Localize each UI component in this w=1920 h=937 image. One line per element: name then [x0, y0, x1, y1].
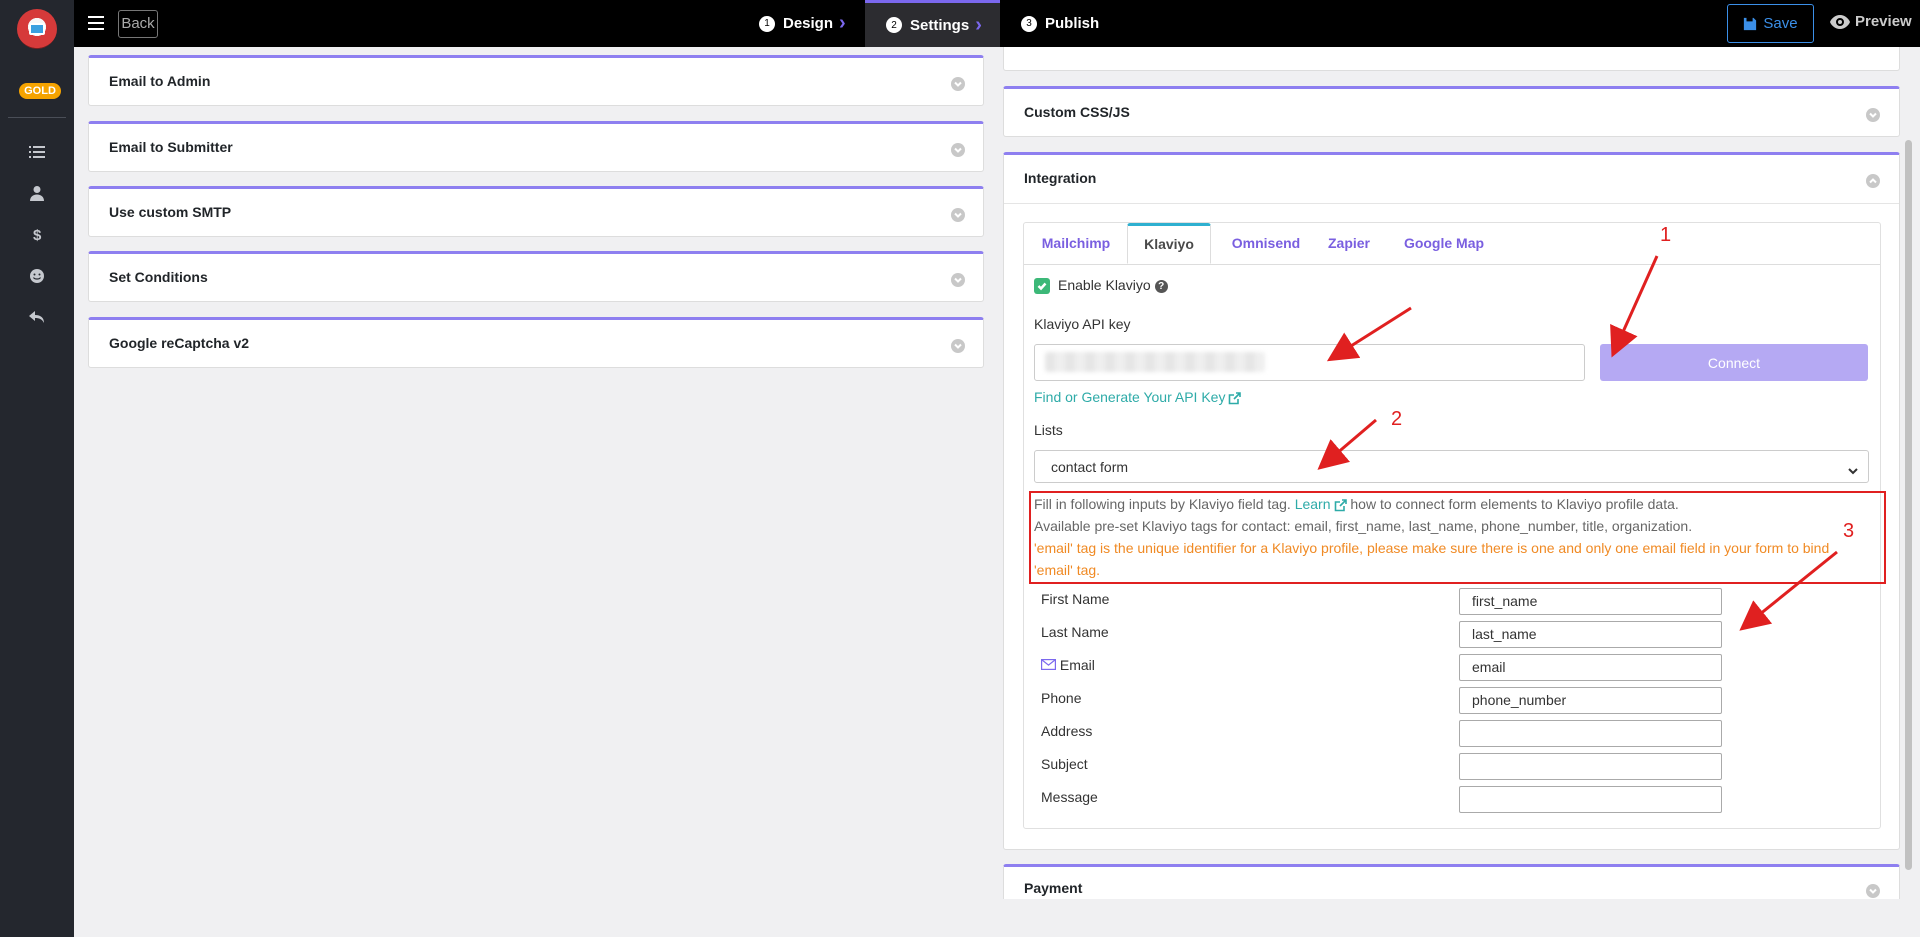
chevron-up-icon[interactable]: [1866, 174, 1880, 188]
panel-custom-css[interactable]: Custom CSS/JS: [1003, 86, 1900, 137]
chevron-down-icon[interactable]: [1866, 108, 1880, 122]
dollar-icon[interactable]: $: [27, 224, 47, 244]
page-bottom: [74, 899, 1920, 937]
panel-set-conditions[interactable]: Set Conditions: [88, 251, 984, 302]
step-settings[interactable]: 2 Settings ›: [865, 0, 1000, 47]
chevron-down-icon: [1848, 463, 1858, 475]
external-link-icon: [1228, 391, 1242, 405]
step-publish[interactable]: 3 Publish: [1021, 0, 1099, 47]
field-label-message: Message: [1041, 789, 1098, 805]
tab-omnisend[interactable]: Omnisend: [1216, 223, 1316, 264]
panel-email-to-admin[interactable]: Email to Admin: [88, 55, 984, 106]
menu-icon[interactable]: [88, 16, 104, 30]
preview-button[interactable]: Preview: [1830, 13, 1912, 30]
find-api-key-link[interactable]: Find or Generate Your API Key: [1034, 389, 1242, 405]
chevron-down-icon[interactable]: [1866, 884, 1880, 898]
annotation-number-3: 3: [1843, 520, 1855, 542]
tab-zapier[interactable]: Zapier: [1319, 223, 1379, 264]
user-icon[interactable]: [27, 183, 47, 203]
top-bar: Back 1 Design › 2 Settings › 3 Publish S…: [74, 0, 1920, 47]
tab-google-map[interactable]: Google Map: [1394, 223, 1494, 264]
field-label-last-name: Last Name: [1041, 624, 1109, 640]
field-input-message[interactable]: [1459, 786, 1722, 813]
panel-email-to-submitter[interactable]: Email to Submitter: [88, 121, 984, 172]
field-label-subject: Subject: [1041, 756, 1088, 772]
step-design[interactable]: 1 Design ›: [759, 0, 846, 47]
field-input-phone[interactable]: phone_number: [1459, 687, 1722, 714]
sidebar: GOLD $: [0, 0, 74, 937]
annotation-number-1: 1: [1660, 224, 1672, 246]
panel-recaptcha[interactable]: Google reCaptcha v2: [88, 317, 984, 368]
chevron-down-icon[interactable]: [951, 339, 965, 353]
chevron-down-icon[interactable]: [951, 143, 965, 157]
svg-text:$: $: [33, 227, 42, 242]
api-key-input[interactable]: [1034, 344, 1585, 381]
panel-above-fragment: [1003, 47, 1900, 71]
field-label-phone: Phone: [1041, 690, 1082, 706]
annotation-box: [1029, 491, 1886, 584]
mail-icon: [1041, 657, 1057, 673]
connect-button[interactable]: Connect: [1600, 344, 1868, 381]
lists-label: Lists: [1034, 422, 1063, 438]
field-input-first-name[interactable]: first_name: [1459, 588, 1722, 615]
field-input-email[interactable]: email: [1459, 654, 1722, 681]
chevron-right-icon: ›: [839, 12, 846, 34]
api-key-label: Klaviyo API key: [1034, 316, 1131, 332]
smile-icon[interactable]: [27, 266, 47, 286]
save-icon: [1744, 17, 1757, 30]
save-button[interactable]: Save: [1727, 4, 1814, 43]
enable-klaviyo-label: Enable Klaviyo?: [1058, 277, 1168, 293]
annotation-number-2: 2: [1391, 408, 1403, 430]
eye-icon: [1830, 14, 1850, 29]
chevron-down-icon[interactable]: [951, 77, 965, 91]
app-logo[interactable]: [17, 9, 57, 49]
field-input-subject[interactable]: [1459, 753, 1722, 780]
lists-select[interactable]: contact form: [1034, 450, 1869, 483]
chevron-down-icon[interactable]: [951, 208, 965, 222]
scrollbar[interactable]: [1905, 140, 1912, 870]
list-icon[interactable]: [27, 142, 47, 162]
help-icon[interactable]: ?: [1154, 279, 1168, 293]
field-input-address[interactable]: [1459, 720, 1722, 747]
blurred-api-key: [1045, 352, 1265, 372]
field-label-email: Email: [1041, 657, 1095, 673]
plan-badge: GOLD: [19, 83, 61, 99]
enable-klaviyo-checkbox[interactable]: [1034, 278, 1050, 294]
panel-custom-smtp[interactable]: Use custom SMTP: [88, 186, 984, 237]
tab-klaviyo[interactable]: Klaviyo: [1127, 223, 1211, 264]
reply-icon[interactable]: [27, 307, 47, 327]
field-input-last-name[interactable]: last_name: [1459, 621, 1722, 648]
tab-mailchimp[interactable]: Mailchimp: [1025, 223, 1127, 264]
back-button[interactable]: Back: [118, 10, 158, 38]
chevron-down-icon[interactable]: [951, 273, 965, 287]
chevron-right-icon: ›: [975, 13, 982, 36]
field-label-address: Address: [1041, 723, 1093, 739]
sidebar-divider: [8, 117, 66, 118]
field-label-first-name: First Name: [1041, 591, 1110, 607]
